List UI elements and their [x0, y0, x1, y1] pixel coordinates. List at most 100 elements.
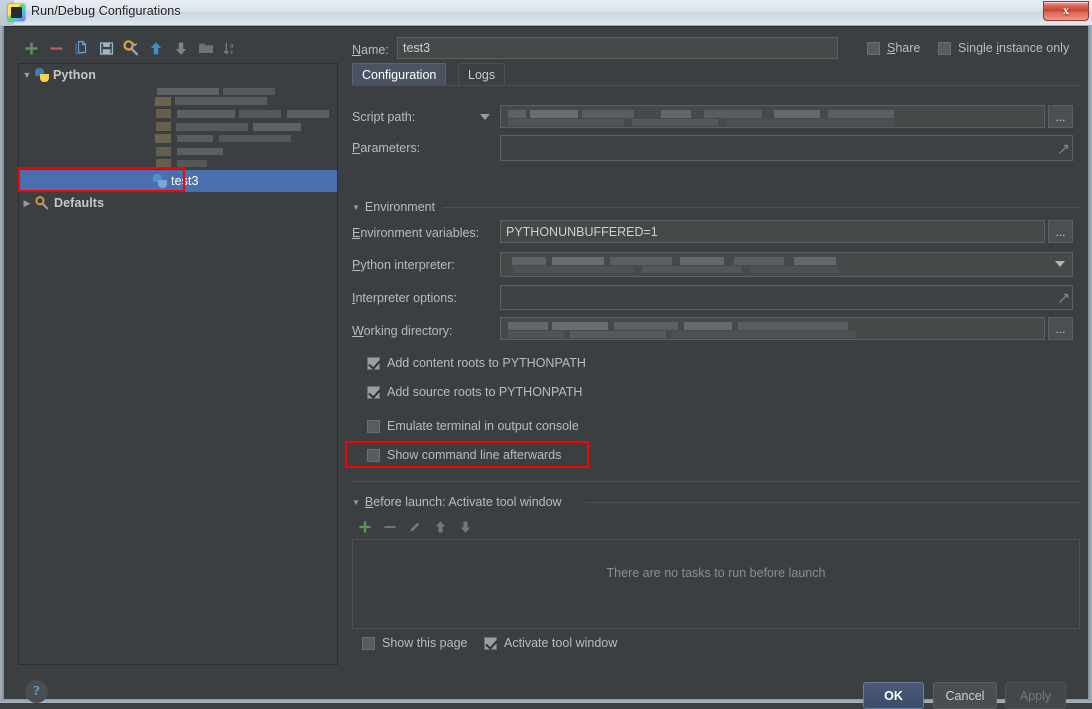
- ok-button-label: OK: [884, 689, 903, 703]
- working-directory-input[interactable]: [500, 317, 1045, 340]
- ellipsis-icon: ...: [1055, 110, 1065, 124]
- dialog-body: a z ▼ Python: [4, 27, 1088, 699]
- tree-node-python[interactable]: ▼ Python: [19, 64, 337, 86]
- expand-interpreter-options-icon[interactable]: [1058, 293, 1069, 307]
- checkbox-label: Add content roots to PYTHONPATH: [387, 356, 586, 370]
- script-path-dropdown-icon[interactable]: [480, 114, 490, 120]
- activate-tool-window-checkbox[interactable]: Activate tool window: [484, 636, 617, 650]
- tab-label: Logs: [468, 68, 495, 82]
- question-mark-icon: ?: [33, 684, 40, 700]
- single-instance-label: Single instance only: [958, 41, 1069, 55]
- cancel-button[interactable]: Cancel: [933, 682, 997, 709]
- plus-icon: [24, 41, 39, 56]
- move-task-up-button: [429, 517, 451, 537]
- working-directory-browse-button[interactable]: ...: [1048, 317, 1073, 340]
- tree-node-label: Defaults: [54, 196, 104, 210]
- close-icon: x: [1044, 3, 1088, 18]
- chevron-right-icon[interactable]: ▶: [19, 198, 35, 209]
- remove-configuration-button[interactable]: [43, 36, 69, 60]
- show-this-page-checkbox[interactable]: Show this page: [362, 636, 467, 650]
- checkbox-box: [867, 42, 880, 55]
- environment-variables-label: Environment variables:: [352, 226, 479, 240]
- wrench-gear-icon: [123, 40, 140, 56]
- environment-section-header[interactable]: ▼ Environment: [352, 200, 435, 214]
- emulate-terminal-checkbox[interactable]: Emulate terminal in output console: [367, 419, 579, 433]
- checkbox-box: [367, 449, 380, 462]
- window-border-bottom: [0, 699, 1092, 703]
- environment-variables-browse-button[interactable]: ...: [1048, 220, 1073, 243]
- script-path-label: Script path:: [352, 110, 415, 124]
- ellipsis-icon: ...: [1055, 225, 1065, 239]
- script-path-input[interactable]: [500, 105, 1045, 128]
- show-command-line-checkbox[interactable]: Show command line afterwards: [367, 448, 561, 462]
- new-folder-button[interactable]: [193, 36, 219, 60]
- expand-parameters-icon[interactable]: [1058, 144, 1069, 158]
- arrow-down-icon: [174, 41, 188, 56]
- name-label: Name:: [352, 43, 389, 57]
- remove-task-button: [379, 517, 401, 537]
- svg-text:z: z: [230, 49, 233, 55]
- name-label-text: ame:: [361, 43, 389, 57]
- arrow-up-icon: [149, 41, 163, 56]
- save-configuration-button[interactable]: [93, 36, 119, 60]
- help-button[interactable]: ?: [25, 680, 48, 703]
- config-panel-divider: [352, 481, 1080, 482]
- edit-defaults-button[interactable]: [118, 36, 144, 60]
- checkbox-label: Activate tool window: [504, 636, 617, 650]
- sort-az-icon: a z: [223, 41, 239, 56]
- checkbox-box: [484, 637, 497, 650]
- configurations-tree[interactable]: ▼ Python: [18, 63, 338, 665]
- svg-text:a: a: [230, 43, 234, 49]
- before-launch-label: Before launch: Activate tool window: [365, 495, 562, 509]
- python-interpreter-combo[interactable]: [500, 252, 1073, 277]
- before-launch-task-list[interactable]: There are no tasks to run before launch: [352, 539, 1080, 629]
- folder-icon: [198, 41, 214, 55]
- edit-task-button: [404, 517, 426, 537]
- copy-configuration-button[interactable]: [68, 36, 94, 60]
- checkbox-box: [938, 42, 951, 55]
- tab-configuration[interactable]: Configuration: [352, 63, 446, 85]
- empty-task-message: There are no tasks to run before launch: [607, 566, 826, 580]
- sort-button[interactable]: a z: [218, 36, 244, 60]
- python-icon: [35, 68, 49, 82]
- share-checkbox[interactable]: Share: [867, 41, 920, 55]
- save-icon: [99, 41, 114, 56]
- tree-node-defaults[interactable]: ▶ Defaults: [19, 192, 337, 214]
- ok-button[interactable]: OK: [863, 682, 924, 709]
- name-input[interactable]: test3: [397, 37, 838, 59]
- add-content-roots-checkbox[interactable]: Add content roots to PYTHONPATH: [367, 356, 586, 370]
- minus-icon: [383, 520, 397, 534]
- configuration-editor: Name: test3 Share Single instance only C…: [348, 27, 1084, 699]
- move-down-button[interactable]: [168, 36, 194, 60]
- dialog-window: Run/Debug Configurations x: [0, 0, 1092, 703]
- move-up-button[interactable]: [143, 36, 169, 60]
- add-task-button[interactable]: [354, 517, 376, 537]
- script-path-browse-button[interactable]: ...: [1048, 105, 1073, 128]
- add-source-roots-checkbox[interactable]: Add source roots to PYTHONPATH: [367, 385, 582, 399]
- checkbox-box: [367, 357, 380, 370]
- ellipsis-icon: ...: [1055, 322, 1065, 336]
- add-configuration-button[interactable]: [18, 36, 44, 60]
- apply-button-label: Apply: [1020, 689, 1051, 703]
- checkbox-box: [362, 637, 375, 650]
- pencil-icon: [408, 520, 422, 534]
- tab-logs[interactable]: Logs: [458, 63, 505, 85]
- checkbox-label: Add source roots to PYTHONPATH: [387, 385, 582, 399]
- python-interpreter-dropdown-icon[interactable]: [1055, 261, 1065, 267]
- chevron-down-icon[interactable]: ▼: [19, 70, 35, 80]
- parameters-input[interactable]: [500, 135, 1073, 161]
- before-launch-section-header[interactable]: ▼ Before launch: Activate tool window: [352, 495, 562, 509]
- tree-node-test3[interactable]: test3: [19, 170, 337, 192]
- section-divider: [442, 207, 1080, 208]
- close-button[interactable]: x: [1043, 1, 1089, 21]
- section-divider: [585, 502, 1080, 503]
- interpreter-options-input[interactable]: [500, 285, 1073, 310]
- tree-node-label: Python: [53, 68, 96, 82]
- single-instance-checkbox[interactable]: Single instance only: [938, 41, 1069, 55]
- working-directory-label: Working directory:: [352, 324, 453, 338]
- chevron-down-icon: ▼: [352, 498, 360, 507]
- minus-icon: [49, 41, 64, 56]
- environment-variables-input[interactable]: PYTHONUNBUFFERED=1: [500, 220, 1045, 243]
- move-task-down-button: [454, 517, 476, 537]
- copy-icon: [73, 40, 89, 56]
